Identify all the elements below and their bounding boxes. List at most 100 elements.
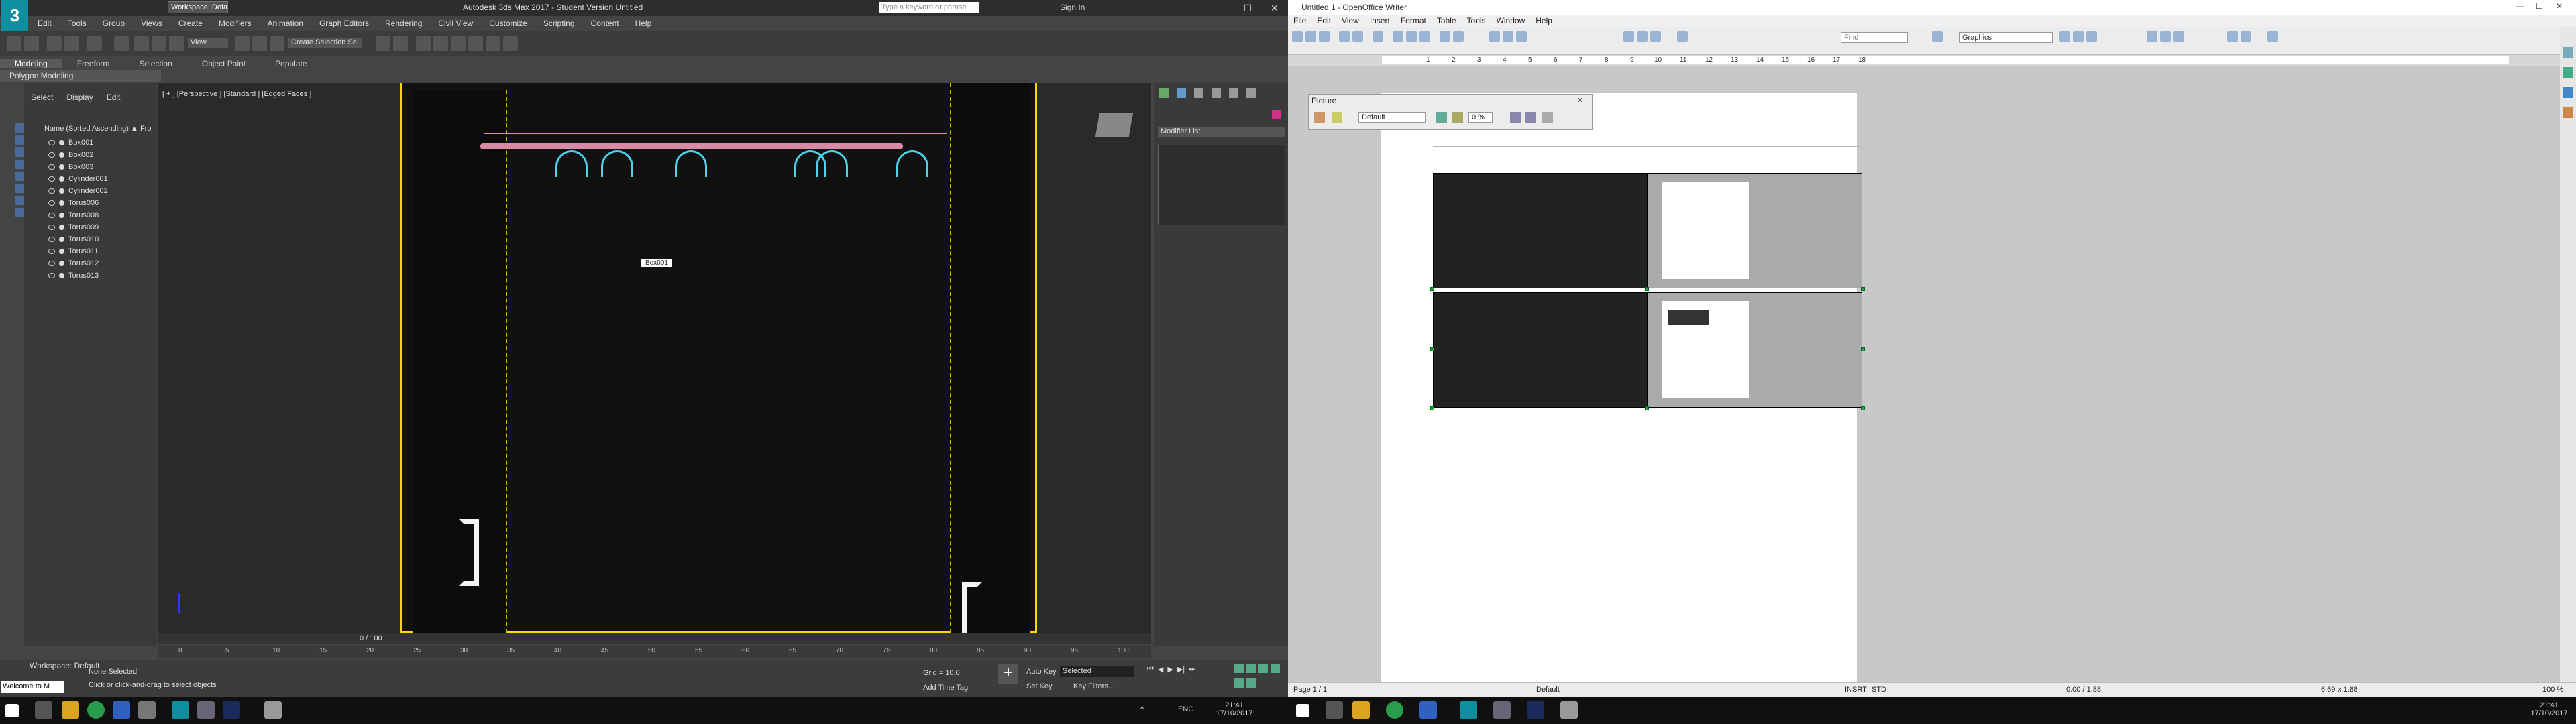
eye-icon[interactable] — [48, 188, 55, 194]
language-indicator[interactable]: ENG — [1178, 705, 1194, 713]
layer-icon[interactable] — [416, 36, 431, 51]
list-item[interactable]: Cylinder001 — [44, 173, 158, 185]
create-tab-icon[interactable] — [1159, 88, 1169, 98]
wrap-off-icon[interactable] — [2059, 31, 2070, 42]
list-item[interactable]: Cylinder002 — [44, 185, 158, 197]
angle-snap-icon[interactable] — [252, 36, 267, 51]
close-icon[interactable]: ✕ — [1261, 0, 1288, 16]
align-right-icon[interactable] — [2174, 31, 2184, 42]
3dsmax-taskbar-icon[interactable] — [172, 701, 189, 719]
fov-icon[interactable] — [1271, 664, 1280, 673]
eye-icon[interactable] — [48, 176, 55, 182]
tab-object-paint[interactable]: Object Paint — [187, 59, 260, 68]
openoffice-taskbar-icon[interactable] — [264, 701, 282, 719]
transparency-icon[interactable] — [1452, 112, 1463, 123]
percent-snap-icon[interactable] — [270, 36, 284, 51]
clock-left[interactable]: 21:41 17/10/2017 — [1216, 701, 1253, 717]
crop-icon[interactable] — [1542, 112, 1553, 123]
pan-icon[interactable] — [1234, 678, 1244, 688]
bring-front-icon[interactable] — [2227, 31, 2238, 42]
list-item[interactable]: Torus013 — [44, 269, 158, 282]
scene-tab-select[interactable]: Select — [24, 93, 60, 102]
hanger[interactable] — [816, 150, 848, 177]
close-icon[interactable]: ✕ — [2556, 1, 2563, 11]
redo-icon[interactable] — [24, 36, 39, 51]
eye-icon[interactable] — [48, 140, 55, 145]
track-bar[interactable]: 0 5 10 15 20 25 30 35 40 45 50 55 60 65 … — [158, 645, 1151, 658]
list-item[interactable]: Torus008 — [44, 209, 158, 221]
horizontal-ruler[interactable]: 1 2 3 4 5 6 7 8 9 10 11 12 13 14 15 16 1… — [1382, 56, 2509, 64]
save-icon[interactable] — [1319, 31, 1330, 42]
select-icon[interactable] — [87, 36, 102, 51]
create-selection-set[interactable]: Create Selection Se — [288, 38, 362, 48]
list-item[interactable]: Box002 — [44, 149, 158, 161]
link-icon[interactable] — [47, 36, 62, 51]
task-view-icon[interactable] — [35, 701, 52, 719]
modifier-stack[interactable] — [1158, 145, 1285, 225]
select-by-name-icon[interactable] — [114, 36, 129, 51]
eye-icon[interactable] — [48, 237, 55, 242]
list-item[interactable]: Torus009 — [44, 221, 158, 233]
transparency-input[interactable]: 0 % — [1468, 112, 1493, 123]
key-plus-icon[interactable]: + — [998, 664, 1018, 684]
properties-icon[interactable] — [2563, 47, 2573, 58]
menu-civil-view[interactable]: Civil View — [430, 19, 481, 28]
right-door[interactable] — [950, 83, 1030, 633]
inserted-image-2-right[interactable] — [1648, 292, 1862, 408]
perspective-viewport[interactable]: [ + ] [Perspective ] [Standard ] [Edged … — [158, 83, 1151, 633]
pdf-icon[interactable] — [1339, 31, 1350, 42]
copy-icon[interactable] — [1406, 31, 1417, 42]
key-filters-button[interactable]: Key Filters... — [1073, 682, 1114, 690]
navigator-icon[interactable] — [1623, 31, 1634, 42]
zoom-level[interactable]: 100 % — [2542, 686, 2563, 694]
table-icon[interactable] — [1503, 31, 1513, 42]
redo-icon[interactable] — [1453, 31, 1464, 42]
app-icon[interactable] — [1419, 701, 1437, 719]
viewport-label[interactable]: [ + ] [Perspective ] [Standard ] [Edged … — [162, 90, 311, 98]
eye-icon[interactable] — [48, 273, 55, 278]
menu-create[interactable]: Create — [170, 19, 211, 28]
list-item[interactable]: Torus012 — [44, 257, 158, 269]
menu-customize[interactable]: Customize — [481, 19, 535, 28]
orbit-icon[interactable] — [1246, 678, 1256, 688]
help-icon[interactable] — [1932, 31, 1943, 42]
set-key-button[interactable]: Set Key — [1026, 682, 1053, 690]
inserted-image-1[interactable] — [1433, 173, 1648, 288]
filter-icon[interactable] — [1314, 112, 1325, 123]
navigator-icon[interactable] — [2563, 107, 2573, 118]
zoom-icon[interactable] — [1234, 664, 1244, 673]
menu-edit[interactable]: Edit — [30, 19, 60, 28]
undo-icon[interactable] — [1440, 31, 1450, 42]
start-icon[interactable] — [1296, 704, 1309, 717]
selection-handle[interactable] — [1645, 287, 1649, 291]
menu-content[interactable]: Content — [583, 19, 627, 28]
go-start-icon[interactable]: ⏮ — [1147, 665, 1154, 674]
flip-horizontal-icon[interactable] — [1525, 112, 1536, 123]
minimize-icon[interactable]: — — [2516, 1, 2524, 11]
clock-right[interactable]: 21:41 17/10/2017 — [2529, 701, 2569, 717]
photoshop-icon[interactable] — [1527, 701, 1544, 719]
display-tab-icon[interactable] — [1229, 88, 1238, 98]
menu-edit[interactable]: Edit — [1311, 16, 1336, 25]
eye-icon[interactable] — [48, 249, 55, 254]
maximize-icon[interactable]: ☐ — [1234, 0, 1261, 16]
menu-graph-editors[interactable]: Graph Editors — [311, 19, 377, 28]
paste-icon[interactable] — [1419, 31, 1430, 42]
scene-tab-edit[interactable]: Edit — [100, 93, 127, 102]
scene-tab-display[interactable]: Display — [60, 93, 99, 102]
list-item[interactable]: Torus006 — [44, 197, 158, 209]
curve-editor-icon[interactable] — [451, 36, 466, 51]
zoom-all-icon[interactable] — [1246, 664, 1256, 673]
graphics-style-dropdown[interactable]: Graphics — [1959, 32, 2053, 43]
selection-handle[interactable] — [1861, 347, 1865, 351]
add-time-tag-button[interactable]: Add Time Tag — [923, 684, 968, 692]
list-item[interactable]: Box003 — [44, 161, 158, 173]
cut-icon[interactable] — [1393, 31, 1403, 42]
modify-tab-icon[interactable] — [1177, 88, 1186, 98]
zoom-extents-icon[interactable] — [1258, 664, 1268, 673]
menu-animation[interactable]: Animation — [260, 19, 311, 28]
insert-mode[interactable]: INSRT — [1845, 686, 1867, 694]
hanger[interactable] — [896, 150, 928, 177]
door-handle[interactable] — [459, 519, 479, 586]
open-icon[interactable] — [1305, 31, 1316, 42]
